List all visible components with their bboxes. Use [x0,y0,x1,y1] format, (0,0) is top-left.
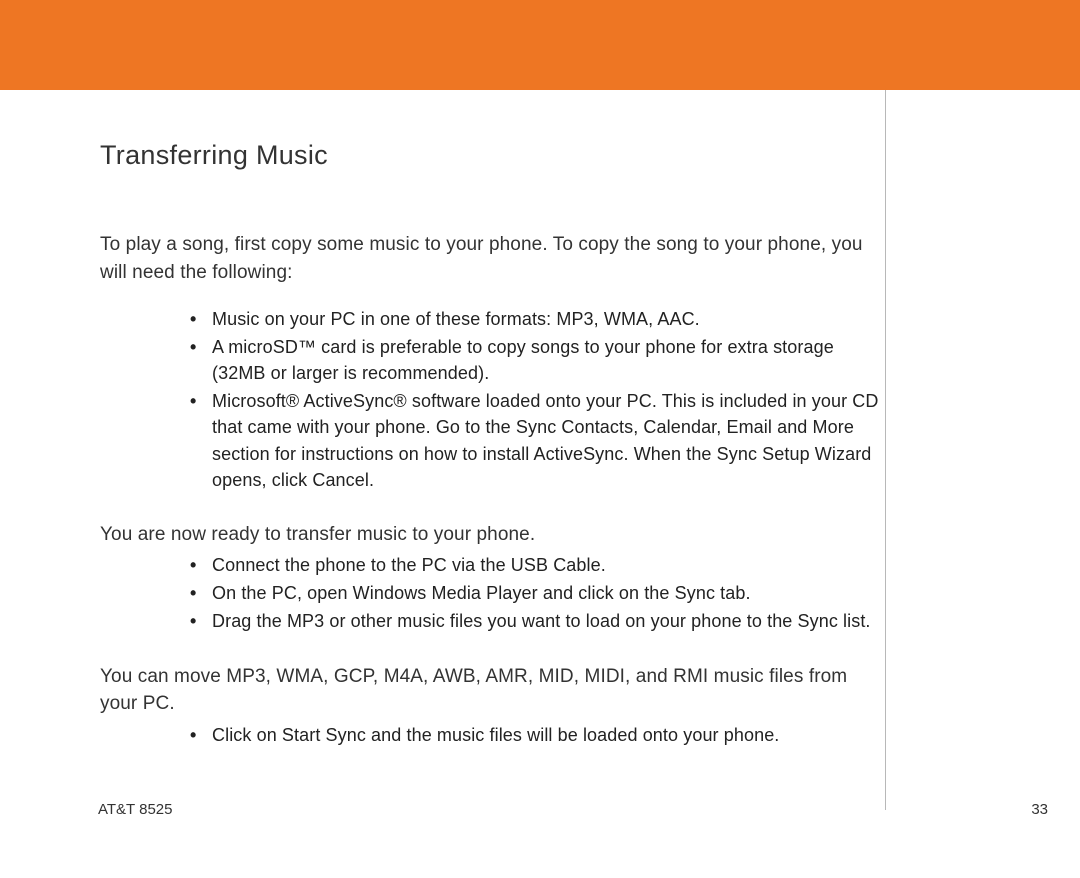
list-item: Microsoft® ActiveSync® software loaded o… [190,388,885,492]
last-paragraph: You can move MP3, WMA, GCP, M4A, AWB, AM… [100,663,885,718]
mid-paragraph: You are now ready to transfer music to y… [100,521,885,549]
header-accent-bar [0,0,1080,90]
list-item: Drag the MP3 or other music files you wa… [190,608,885,634]
vertical-divider [885,90,886,810]
final-list: Click on Start Sync and the music files … [100,722,885,748]
list-item: Connect the phone to the PC via the USB … [190,552,885,578]
steps-list: Connect the phone to the PC via the USB … [100,552,885,634]
content-area: Transferring Music To play a song, first… [100,90,885,810]
footer-product-name: AT&T 8525 [98,801,173,818]
requirements-list: Music on your PC in one of these formats… [100,306,885,493]
footer-page-number: 33 [1031,801,1048,818]
intro-paragraph: To play a song, first copy some music to… [100,231,885,286]
list-item: Click on Start Sync and the music files … [190,722,885,748]
page-title: Transferring Music [100,140,885,171]
list-item: Music on your PC in one of these formats… [190,306,885,332]
list-item: On the PC, open Windows Media Player and… [190,580,885,606]
page-footer: AT&T 8525 33 [98,801,1048,818]
list-item: A microSD™ card is preferable to copy so… [190,334,885,386]
